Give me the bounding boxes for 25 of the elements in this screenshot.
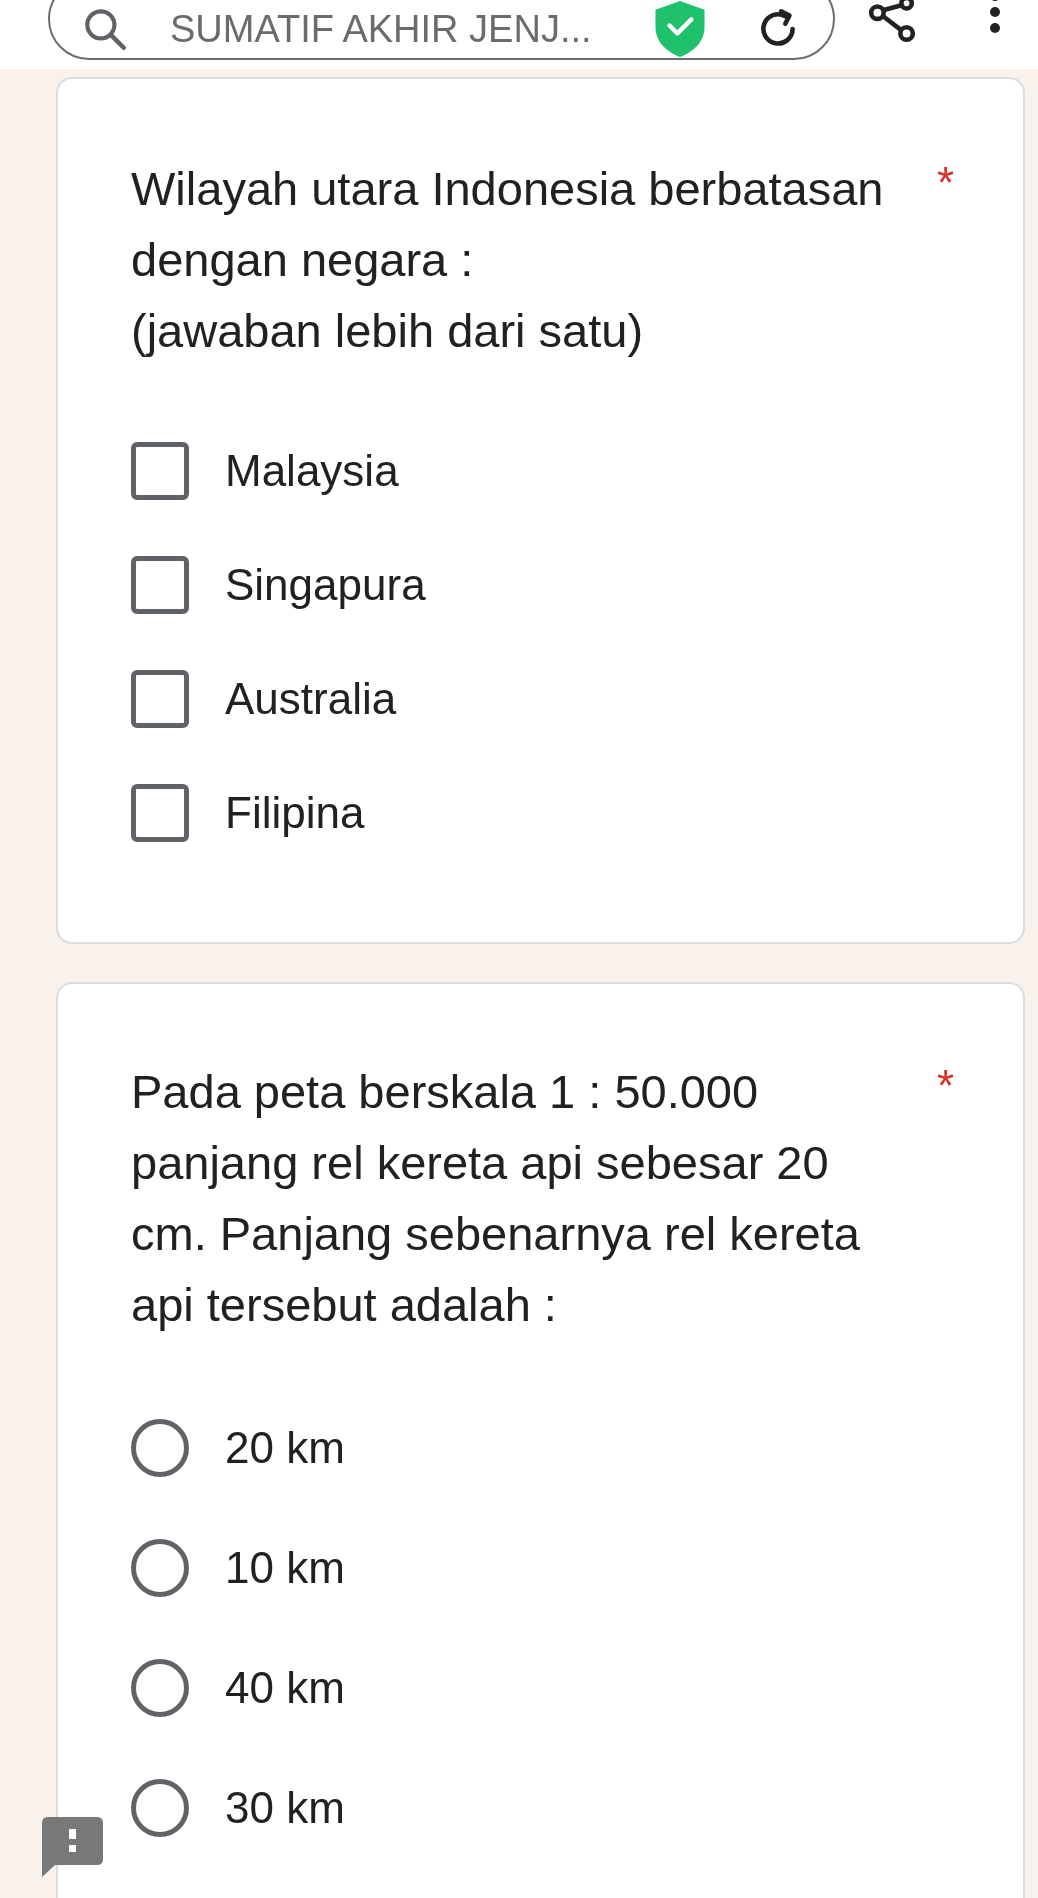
radio-button[interactable] — [131, 1419, 189, 1477]
option-label: 30 km — [225, 1782, 345, 1834]
radio-button[interactable] — [131, 1539, 189, 1597]
checkbox[interactable] — [131, 442, 189, 500]
search-text: SUMATIF AKHIR JENJ... — [170, 10, 592, 48]
checkbox[interactable] — [131, 556, 189, 614]
required-asterisk: * — [937, 157, 955, 209]
required-asterisk: * — [937, 1060, 955, 1112]
search-bar[interactable]: SUMATIF AKHIR JENJ... — [48, 0, 835, 60]
option-label: Singapura — [225, 559, 426, 611]
option-label: Australia — [225, 673, 397, 725]
shield-check-icon[interactable] — [655, 1, 705, 57]
checkbox[interactable] — [131, 670, 189, 728]
more-icon[interactable] — [989, 0, 1001, 34]
option-label: Malaysia — [225, 445, 399, 497]
option-label: 20 km — [225, 1422, 345, 1474]
option-label: 10 km — [225, 1542, 345, 1594]
option-label: 40 km — [225, 1662, 345, 1714]
report-icon[interactable] — [42, 1817, 103, 1877]
question-title: Wilayah utara Indonesia berbatasan dengan negara : (jawaban lebih dari satu) — [131, 161, 885, 359]
radio-button[interactable] — [131, 1659, 189, 1717]
checkbox[interactable] — [131, 784, 189, 842]
radio-button[interactable] — [131, 1779, 189, 1837]
question-title: Pada peta berskala 1 : 50.000 panjang rel kereta api sebesar 20 cm. Panjang sebenarnya rel kereta api tersebut adalah : — [131, 1064, 861, 1333]
option-label: Filipina — [225, 787, 365, 839]
